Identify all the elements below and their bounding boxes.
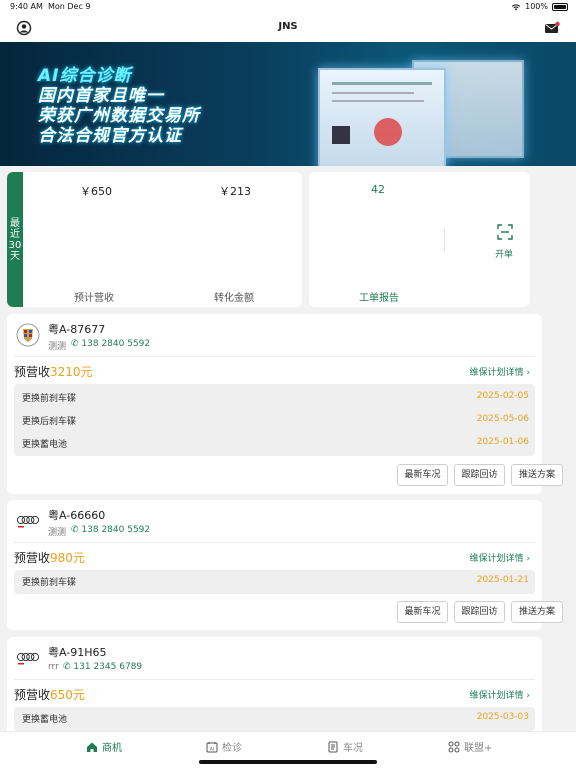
list-item[interactable]: 更换蓄电池 2025-03-03 [14, 707, 535, 731]
list-item[interactable]: 更换蓄电池 2025-01-06 [14, 432, 535, 455]
chevron-right-icon: › [526, 691, 530, 701]
estimated-revenue-value: ￥650 [80, 185, 112, 198]
document-icon [328, 741, 338, 752]
chevron-right-icon: › [526, 554, 530, 564]
cadillac-logo-icon [16, 323, 40, 347]
vehicle-card[interactable]: 粤A-91H65 rrr ✆ 131 2345 6789 预营收650元 维保计… [7, 637, 542, 737]
conversion-amount-label: 转化金额 [214, 293, 254, 304]
page-title: JNS [278, 21, 298, 32]
maintenance-plan-link[interactable]: 维保计划详情 › [470, 551, 531, 564]
tab-diagnosis[interactable]: AI 检诊 [206, 739, 242, 754]
vehicle-card[interactable]: 粤A-66660 测测 ✆ 138 2840 5592 预营收980元 维保计划… [7, 500, 563, 630]
latest-condition-button[interactable]: 最新车况 [397, 464, 448, 486]
nav-bar: JNS [0, 14, 576, 42]
work-order-count[interactable]: 42 [371, 183, 385, 196]
revenue-stats-card: 最近30天 ￥650 ￥213 预计营收 转化金额 [7, 172, 302, 307]
license-plate: 粤A-66660 [48, 509, 106, 522]
mail-icon[interactable] [544, 20, 560, 36]
push-plan-button[interactable]: 推送方案 [511, 464, 563, 486]
tab-vehicle-status[interactable]: 车况 [327, 739, 363, 754]
estimated-revenue: 预营收3210元 [14, 365, 93, 379]
ai-diagnosis-icon: AI [206, 741, 218, 752]
scan-icon[interactable] [497, 224, 513, 240]
phone-link[interactable]: ✆ 138 2840 5592 [71, 525, 150, 535]
maintenance-list: 更换前刹车碟 2025-01-21 [14, 570, 535, 594]
certificate-image [318, 68, 446, 166]
list-item[interactable]: 更换前刹车碟 2025-02-05 [14, 386, 535, 409]
promo-banner[interactable]: AI综合诊断 国内首家且唯一 荣获广州数据交易所 合法合规官方认证 [0, 42, 576, 166]
work-order-label[interactable]: 工单报告 [359, 289, 399, 304]
tab-alliance[interactable]: 联盟+ [448, 739, 492, 754]
svg-text:AI: AI [210, 746, 214, 752]
period-label: 最近30天 [7, 172, 23, 307]
maintenance-plan-link[interactable]: 维保计划详情 › [470, 365, 531, 378]
divider [444, 228, 445, 252]
phone-link[interactable]: ✆ 138 2840 5592 [71, 339, 150, 349]
vehicle-card[interactable]: 粤A-87677 测测 ✆ 138 2840 5592 预营收3210元 维保计… [7, 314, 563, 494]
list-item[interactable]: 更换前刹车碟 2025-01-21 [14, 570, 535, 594]
status-time: 9:40 AM Mon Dec 9 [10, 2, 91, 11]
chevron-right-icon: › [526, 368, 530, 378]
follow-up-button[interactable]: 跟踪回访 [454, 464, 505, 486]
phone-icon: ✆ [71, 339, 79, 349]
license-plate: 粤A-91H65 [48, 646, 107, 659]
battery-icon [552, 2, 568, 11]
phone-link[interactable]: ✆ 131 2345 6789 [63, 662, 142, 672]
conversion-amount-value: ￥213 [219, 185, 251, 198]
owner-name: rrr [48, 662, 59, 672]
banner-text: AI综合诊断 国内首家且唯一 荣获广州数据交易所 合法合规官方认证 [38, 66, 200, 146]
battery-percent: 100% [525, 2, 548, 11]
status-bar: 9:40 AM Mon Dec 9 100% [0, 0, 576, 14]
follow-up-button[interactable]: 跟踪回访 [454, 601, 505, 623]
maintenance-plan-link[interactable]: 维保计划详情 › [470, 688, 531, 701]
home-icon [87, 742, 97, 752]
maintenance-list: 更换前刹车碟 2025-02-05 更换后刹车碟 2025-05-06 更换蓄电池 2… [14, 384, 535, 456]
wifi-icon [511, 3, 521, 10]
phone-icon: ✆ [71, 525, 79, 535]
phone-icon: ✆ [63, 662, 71, 672]
owner-name: 测测 [48, 342, 67, 352]
estimated-revenue-label: 预计营收 [74, 293, 114, 304]
tab-opportunities[interactable]: 商机 [86, 739, 122, 754]
estimated-revenue: 预营收980元 [14, 551, 85, 565]
estimated-revenue: 预营收650元 [14, 688, 85, 702]
list-item[interactable]: 更换后刹车碟 2025-05-06 [14, 409, 535, 432]
alliance-icon [448, 741, 460, 752]
audi-logo-icon [16, 515, 40, 528]
divider [14, 542, 535, 543]
work-order-card: 42 工单报告 开单 [309, 172, 530, 307]
latest-condition-button[interactable]: 最新车况 [397, 601, 448, 623]
open-order-button[interactable]: 开单 [495, 247, 513, 260]
owner-name: 测测 [48, 528, 67, 538]
audi-logo-icon [16, 652, 40, 665]
license-plate: 粤A-87677 [48, 323, 106, 336]
divider [14, 356, 535, 357]
maintenance-list: 更换蓄电池 2025-03-03 [14, 707, 535, 731]
divider [14, 679, 535, 680]
push-plan-button[interactable]: 推送方案 [511, 601, 563, 623]
home-indicator[interactable] [199, 760, 377, 764]
